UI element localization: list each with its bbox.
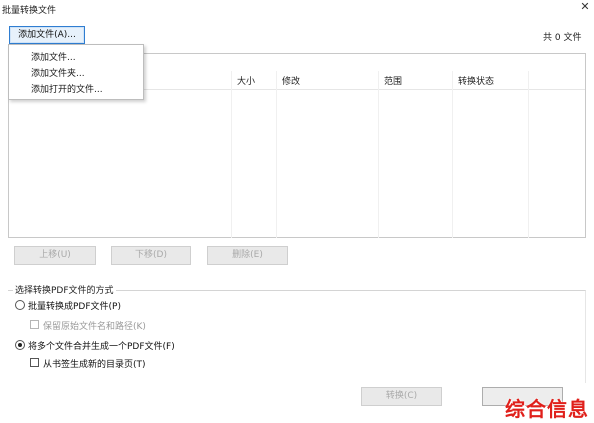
column-divider (378, 71, 379, 238)
column-status[interactable]: 转换状态 (458, 74, 494, 87)
option-bookmarks-label[interactable]: 从书签生成新的目录页(T) (43, 357, 146, 370)
convert-button[interactable]: 转换(C) (361, 387, 442, 406)
column-divider (231, 71, 232, 238)
option-keep-names-label[interactable]: 保留原始文件名和路径(K) (43, 319, 146, 332)
menu-item-add-open-files[interactable]: 添加打开的文件... (31, 82, 103, 95)
option-batch-label[interactable]: 批量转换成PDF文件(P) (28, 299, 121, 312)
file-count: 共 0 文件 (543, 33, 582, 43)
delete-button[interactable]: 删除(E) (207, 246, 288, 265)
column-size[interactable]: 大小 (237, 74, 255, 87)
column-divider (276, 71, 277, 238)
add-files-button[interactable]: 添加文件(A)... (9, 26, 85, 44)
menu-item-add-folder[interactable]: 添加文件夹... (31, 66, 85, 79)
add-files-dropdown-menu: 添加文件... 添加文件夹... 添加打开的文件... (8, 44, 144, 100)
window-title: 批量转换文件 (2, 6, 57, 16)
menu-item-add-files[interactable]: 添加文件... (31, 50, 76, 63)
column-divider (528, 71, 529, 238)
move-down-button[interactable]: 下移(D) (111, 246, 191, 265)
option-merge-label[interactable]: 将多个文件合并生成一个PDF文件(F) (28, 339, 175, 352)
watermark-logo: 综合信息 (505, 397, 589, 421)
radio-batch-convert[interactable] (15, 300, 25, 310)
close-icon[interactable]: ✕ (578, 0, 592, 14)
checkbox-bookmarks-toc[interactable] (30, 358, 39, 367)
column-range[interactable]: 范围 (384, 74, 402, 87)
conversion-mode-title: 选择转换PDF文件的方式 (13, 283, 116, 296)
radio-merge-files[interactable] (15, 340, 25, 350)
column-divider (452, 71, 453, 238)
column-modified[interactable]: 修改 (282, 74, 300, 87)
move-up-button[interactable]: 上移(U) (14, 246, 96, 265)
checkbox-keep-names[interactable] (30, 320, 39, 329)
